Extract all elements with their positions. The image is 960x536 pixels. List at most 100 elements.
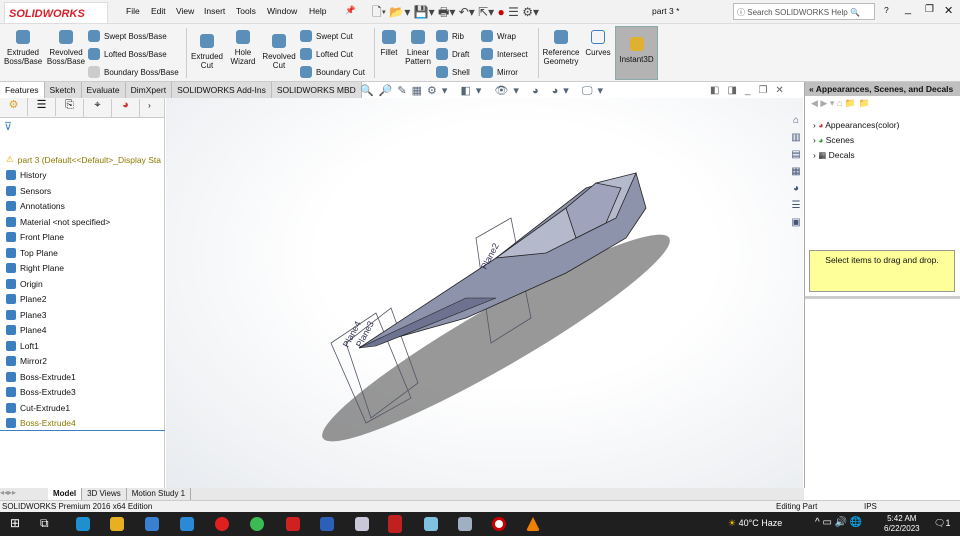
chrome-icon[interactable] [250,517,264,531]
hole-wizard-button[interactable]: Hole Wizard [226,30,260,66]
task-view-icon[interactable]: ⧉ [40,516,49,531]
clock[interactable]: 5:42 AM 6/22/2023 [884,514,920,534]
tree-item[interactable]: Loft1 [6,340,39,351]
tree-item[interactable]: Origin [6,278,43,289]
solidworks-logo[interactable]: SOLIDWORKS [4,2,108,24]
recorder-icon[interactable] [492,517,506,531]
curves-button[interactable]: Curves [584,30,612,57]
tab-motion-study[interactable]: Motion Study 1 [125,488,192,500]
tab-model[interactable]: Model [48,488,82,500]
menu-edit[interactable]: Edit [151,6,166,16]
reference-geometry-button[interactable]: Reference Geometry [541,30,581,66]
word-icon[interactable] [320,517,334,531]
mail-icon[interactable] [180,517,194,531]
tree-item[interactable]: Boss-Extrude3 [6,387,76,397]
app-icon[interactable] [355,517,369,531]
pin-icon[interactable]: 📌 [345,5,356,16]
tree-item[interactable]: Boss-Extrude4 [6,418,76,428]
heads-up-view-toolbar[interactable]: 🔍🔎✎▦⚙▾ ◧▾ 👁▾ ◕ ◕▾ 🖵▾ [360,84,608,98]
notification-button[interactable]: 🗨1 [934,518,950,529]
task-pane-tabs[interactable]: ⌂ ▥ ▤ ▦ ◕ ☰ ▣ [788,112,804,232]
configuration-manager-tab-icon[interactable]: ⎘ [56,99,84,117]
tree-item[interactable]: Mirror2 [6,356,47,366]
tab-features[interactable]: Features [0,82,45,98]
appearances-item[interactable]: › ◕ Appearances(color) [813,118,952,133]
wrap-button[interactable]: Wrap [481,30,516,42]
tab-3d-views[interactable]: 3D Views [81,488,126,500]
units-selector[interactable]: IPS [864,502,877,511]
file-explorer-icon[interactable] [110,517,124,531]
opera-icon[interactable] [215,517,229,531]
extruded-boss-button[interactable]: Extruded Boss/Base [4,30,42,66]
chevron-right-icon[interactable]: › [140,100,151,110]
tree-item[interactable]: Material <not specified> [6,216,110,227]
search-help-input[interactable]: ⓘ Search SOLIDWORKS Help 🔍 [733,3,875,20]
solidworks-taskbar-icon[interactable] [388,515,402,533]
restore-button[interactable]: ❐ [925,4,934,15]
scenes-item[interactable]: › ◕ Scenes [813,133,952,148]
tab-sketch[interactable]: Sketch [44,82,82,98]
tab-dimxpert[interactable]: DimXpert [125,82,173,98]
lofted-cut-button[interactable]: Lofted Cut [300,48,353,60]
revolved-boss-button[interactable]: Revolved Boss/Base [46,30,86,66]
boundary-boss-button[interactable]: Boundary Boss/Base [88,66,179,78]
tree-item[interactable]: Plane2 [6,294,46,304]
weather[interactable]: ☀ 40°C Haze [728,518,782,529]
acrobat-icon[interactable] [286,517,300,531]
vlc-icon[interactable] [526,517,540,531]
tree-item[interactable]: Front Plane [6,232,64,242]
photos-icon[interactable] [458,517,472,531]
tree-item[interactable]: Sensors [6,185,51,196]
menu-view[interactable]: View [176,6,194,16]
notes-icon[interactable] [424,517,438,531]
mirror-button[interactable]: Mirror [481,66,518,78]
feature-manager-tab-icon[interactable]: ⚙ [0,98,28,116]
boat-model[interactable]: Plane4 Plane3 Plane2 [166,98,803,488]
instant3d-button[interactable]: Instant3D [615,26,658,80]
start-icon[interactable]: ⊞ [10,516,20,530]
menu-help[interactable]: Help [309,6,326,16]
tree-item[interactable]: Boss-Extrude1 [6,371,76,382]
close-button[interactable]: ✕ [944,4,953,17]
graphics-area[interactable]: Plane4 Plane3 Plane2 [166,98,803,488]
boundary-cut-button[interactable]: Boundary Cut [300,66,365,78]
tab-evaluate[interactable]: Evaluate [81,82,126,98]
filter-icon[interactable]: ⊽ [0,118,164,134]
rib-button[interactable]: Rib [436,30,464,42]
edge-icon[interactable] [76,517,90,531]
task-pane-nav[interactable]: ◀ ▶ ▾ ⌂ 📁 📁 [805,96,960,112]
property-manager-tab-icon[interactable]: ☰ [28,98,56,116]
swept-cut-button[interactable]: Swept Cut [300,30,353,42]
decals-item[interactable]: › ▦ Decals [813,148,952,163]
menu-window[interactable]: Window [267,6,297,16]
menu-file[interactable]: File [126,6,140,16]
tab-mbd[interactable]: SOLIDWORKS MBD [271,82,362,98]
tree-item[interactable]: Cut-Extrude1 [6,402,70,413]
system-tray-icons[interactable]: ^ ▭ 🔊 🌐 [815,517,862,528]
display-manager-tab-icon[interactable]: ◕ [112,99,140,117]
pane-splitter[interactable] [805,296,960,299]
shell-button[interactable]: Shell [436,66,470,78]
menu-tools[interactable]: Tools [236,6,256,16]
fillet-button[interactable]: Fillet [377,30,401,57]
dimxpert-tab-icon[interactable]: ⌖ [84,99,112,117]
linear-pattern-button[interactable]: Linear Pattern [402,30,434,66]
menu-insert[interactable]: Insert [204,6,225,16]
intersect-button[interactable]: Intersect [481,48,528,60]
tab-addins[interactable]: SOLIDWORKS Add-Ins [172,82,272,98]
swept-boss-button[interactable]: Swept Boss/Base [88,30,167,42]
tree-item[interactable]: History [6,170,46,180]
tree-item[interactable]: Right Plane [6,263,64,273]
help-button[interactable]: ? [884,5,889,15]
tree-root-part[interactable]: ⚠ part 3 (Default<<Default>_Display Sta [6,154,161,165]
tree-item[interactable]: Plane3 [6,309,46,320]
viewport-window-controls[interactable]: ◧◨_❐✕ [710,85,792,96]
tree-item[interactable]: Annotations [6,201,65,211]
tree-item[interactable]: Top Plane [6,247,58,258]
minimize-button[interactable]: _ [905,3,911,15]
tab-scroll-arrows[interactable]: ◂◂▸▸ [0,488,48,500]
revolved-cut-button[interactable]: Revolved Cut [261,34,297,70]
tree-item[interactable]: Plane4 [6,325,46,335]
lofted-boss-button[interactable]: Lofted Boss/Base [88,48,167,60]
extruded-cut-button[interactable]: Extruded Cut [188,34,226,70]
